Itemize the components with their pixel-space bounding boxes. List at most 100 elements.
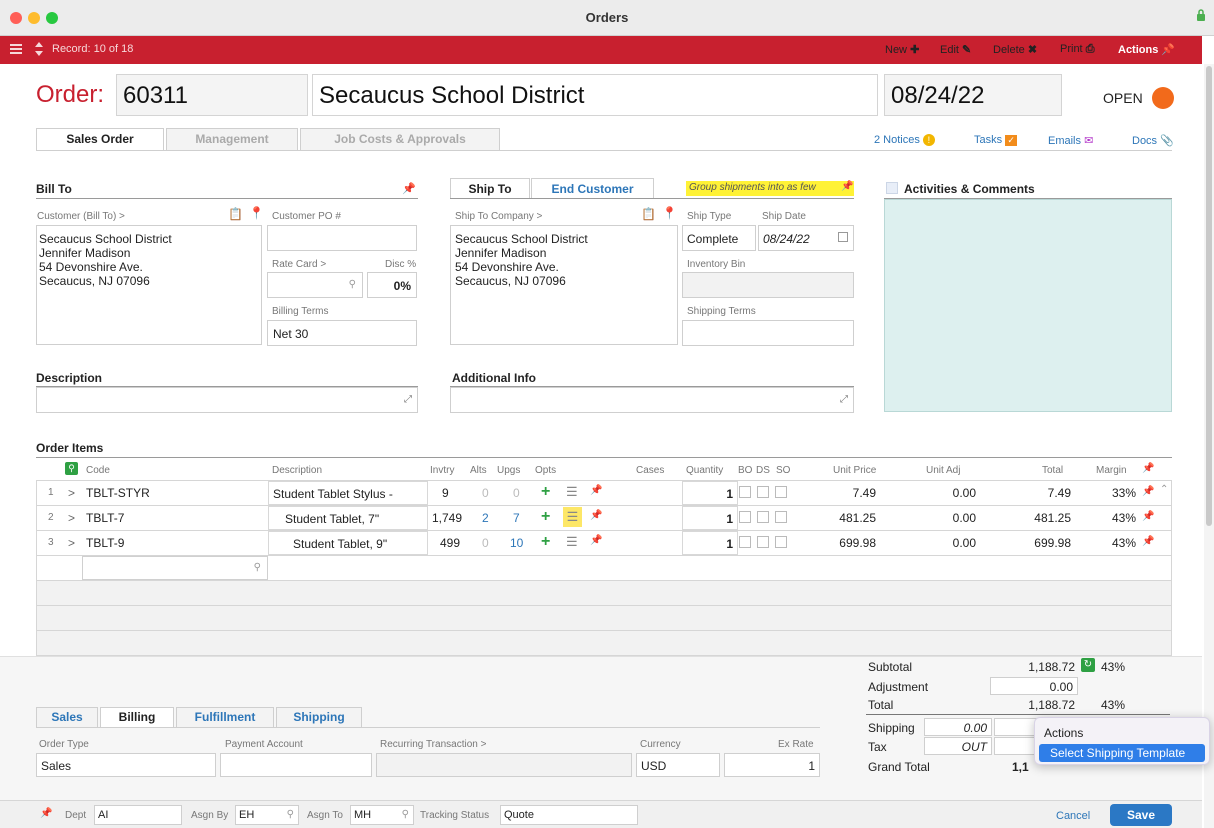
expand-icon[interactable]: ⤢ bbox=[840, 394, 848, 405]
recalculate-icon[interactable]: ↻ bbox=[1081, 658, 1095, 672]
actions-button[interactable]: Actions 📌 bbox=[1118, 43, 1175, 56]
asgn-to-input[interactable]: MH ⚲ bbox=[350, 805, 414, 825]
rate-card-label[interactable]: Rate Card > bbox=[272, 259, 326, 270]
activities-comments-area[interactable] bbox=[884, 199, 1172, 412]
scrollbar-thumb[interactable] bbox=[1206, 66, 1212, 526]
save-button[interactable]: Save bbox=[1110, 804, 1172, 826]
subtab-shipping[interactable]: Shipping bbox=[276, 707, 362, 727]
ship-to-company-label[interactable]: Ship To Company > bbox=[455, 211, 542, 222]
list-icon-highlighted[interactable]: ☰ bbox=[563, 507, 582, 527]
rate-card-input[interactable]: ⚲ bbox=[267, 272, 363, 298]
ds-checkbox[interactable] bbox=[757, 511, 769, 523]
tax-input[interactable]: OUT bbox=[924, 737, 992, 755]
delete-button[interactable]: Delete ✖ bbox=[993, 43, 1037, 56]
row-description[interactable]: Student Tablet, 9" bbox=[268, 531, 428, 555]
tab-ship-to[interactable]: Ship To bbox=[450, 178, 530, 199]
bill-to-pin-icon[interactable]: 📌 bbox=[402, 182, 416, 195]
bo-checkbox[interactable] bbox=[739, 511, 751, 523]
row-alts[interactable]: 0 bbox=[482, 486, 489, 500]
bottom-pin-icon[interactable]: 📌 bbox=[40, 808, 52, 819]
new-button[interactable]: New ✚ bbox=[885, 43, 919, 56]
row-margin-pin-icon[interactable]: 📌 bbox=[1142, 511, 1154, 522]
ship-to-address-field[interactable]: Secaucus School District Jennifer Madiso… bbox=[450, 225, 678, 345]
row-expand-arrow[interactable]: > bbox=[68, 511, 75, 525]
payment-account-input[interactable] bbox=[220, 753, 372, 777]
collapse-arrow-icon[interactable]: ⌃ bbox=[1160, 484, 1168, 495]
cancel-button[interactable]: Cancel bbox=[1056, 810, 1090, 822]
add-option-icon[interactable]: + bbox=[541, 533, 550, 551]
order-date-field[interactable]: 08/24/22 bbox=[884, 74, 1062, 116]
tab-job-costs[interactable]: Job Costs & Approvals bbox=[300, 128, 500, 150]
order-type-select[interactable]: Sales bbox=[36, 753, 216, 777]
row-alts[interactable]: 0 bbox=[482, 536, 489, 550]
ship-location-pin-icon[interactable]: 📍 bbox=[662, 206, 677, 220]
record-stepper-icon[interactable] bbox=[34, 41, 44, 60]
group-shipments-note[interactable]: Group shipments into as few bbox=[686, 181, 854, 196]
table-row[interactable]: 2 > TBLT-7 Student Tablet, 7" 1,749 2 7 … bbox=[36, 506, 1172, 530]
recurring-transaction-input[interactable] bbox=[376, 753, 632, 777]
row-margin-pin-icon[interactable]: 📌 bbox=[1142, 486, 1154, 497]
row-upgs[interactable]: 0 bbox=[513, 486, 520, 500]
ship-clipboard-icon[interactable]: 📋 bbox=[641, 207, 656, 221]
additional-info-input[interactable]: ⤢ bbox=[450, 387, 854, 413]
calendar-icon[interactable] bbox=[838, 232, 848, 242]
order-number-field[interactable]: 60311 bbox=[116, 74, 308, 116]
notices-link[interactable]: 2 Notices ! bbox=[874, 134, 935, 146]
tab-end-customer[interactable]: End Customer bbox=[531, 178, 654, 199]
adjustment-input[interactable]: 0.00 bbox=[990, 677, 1078, 695]
list-icon[interactable]: ☰ bbox=[566, 484, 578, 500]
recurring-transaction-label[interactable]: Recurring Transaction > bbox=[380, 739, 486, 750]
hamburger-menu-icon[interactable] bbox=[10, 42, 24, 59]
bo-checkbox[interactable] bbox=[739, 486, 751, 498]
shipping-input[interactable]: 0.00 bbox=[924, 718, 992, 736]
ex-rate-input[interactable]: 1 bbox=[724, 753, 820, 777]
edit-button[interactable]: Edit ✎ bbox=[940, 43, 971, 56]
subtab-fulfillment[interactable]: Fulfillment bbox=[176, 707, 274, 727]
expand-icon[interactable]: ⤢ bbox=[404, 394, 412, 405]
docs-link[interactable]: Docs 📎 bbox=[1132, 134, 1174, 147]
so-checkbox[interactable] bbox=[775, 511, 787, 523]
row-qty[interactable]: 1 bbox=[682, 481, 738, 505]
currency-select[interactable]: USD bbox=[636, 753, 720, 777]
ds-checkbox[interactable] bbox=[757, 486, 769, 498]
dept-input[interactable]: AI bbox=[94, 805, 182, 825]
row-expand-arrow[interactable]: > bbox=[68, 536, 75, 550]
row-description[interactable]: Student Tablet, 7" bbox=[268, 506, 428, 530]
tab-management[interactable]: Management bbox=[166, 128, 298, 150]
inventory-bin-input[interactable] bbox=[682, 272, 854, 298]
asgn-by-input[interactable]: EH ⚲ bbox=[235, 805, 299, 825]
print-button[interactable]: Print ⎙ bbox=[1060, 43, 1095, 56]
ship-type-select[interactable]: Complete bbox=[682, 225, 756, 251]
row-description[interactable]: Student Tablet Stylus - bbox=[268, 481, 428, 505]
list-icon[interactable]: ☰ bbox=[566, 534, 578, 550]
add-option-icon[interactable]: + bbox=[541, 483, 550, 501]
row-qty[interactable]: 1 bbox=[682, 506, 738, 530]
shipping-terms-input[interactable] bbox=[682, 320, 854, 346]
row-alts[interactable]: 2 bbox=[482, 511, 489, 525]
tracking-status-input[interactable]: Quote bbox=[500, 805, 638, 825]
bo-checkbox[interactable] bbox=[739, 536, 751, 548]
columns-pin-icon[interactable]: 📌 bbox=[1142, 463, 1154, 474]
location-pin-icon[interactable]: 📍 bbox=[249, 206, 264, 220]
billing-terms-input[interactable]: Net 30 bbox=[267, 320, 417, 346]
bill-to-address-field[interactable]: Secaucus School District Jennifer Madiso… bbox=[36, 225, 262, 345]
row-expand-arrow[interactable]: > bbox=[68, 486, 75, 500]
disc-input[interactable]: 0% bbox=[367, 272, 417, 298]
subtab-sales[interactable]: Sales bbox=[36, 707, 98, 727]
add-option-icon[interactable]: + bbox=[541, 508, 550, 526]
subtab-billing[interactable]: Billing bbox=[100, 707, 174, 727]
ship-date-input[interactable]: 08/24/22 bbox=[758, 225, 854, 251]
table-row[interactable]: 3 > TBLT-9 Student Tablet, 9" 499 0 10 +… bbox=[36, 531, 1172, 555]
row-pin-icon[interactable]: 📌 bbox=[590, 535, 602, 546]
customer-bill-to-label[interactable]: Customer (Bill To) > bbox=[37, 211, 125, 222]
new-item-code-input[interactable]: ⚲ bbox=[82, 556, 268, 580]
ds-checkbox[interactable] bbox=[757, 536, 769, 548]
description-input[interactable]: ⤢ bbox=[36, 387, 418, 413]
so-checkbox[interactable] bbox=[775, 486, 787, 498]
row-pin-icon[interactable]: 📌 bbox=[590, 485, 602, 496]
row-upgs[interactable]: 7 bbox=[513, 511, 520, 525]
tab-sales-order[interactable]: Sales Order bbox=[36, 128, 164, 150]
row-upgs[interactable]: 10 bbox=[510, 536, 523, 550]
row-pin-icon[interactable]: 📌 bbox=[590, 510, 602, 521]
row-qty[interactable]: 1 bbox=[682, 531, 738, 555]
